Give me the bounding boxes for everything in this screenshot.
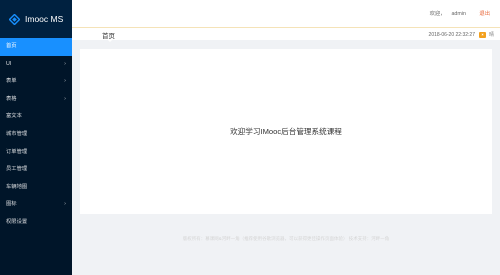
chevron-right-icon: › [64,78,66,85]
sidebar-item-label: 权限设置 [6,218,28,225]
sidebar-item-permissions[interactable]: 权限设置 [0,214,72,232]
sidebar-item-home[interactable]: 首页 [0,38,72,56]
logo-text: Imooc MS [25,14,64,24]
sidebar-item-label: 订单管理 [6,148,28,155]
sidebar-item-form[interactable]: 表单 › [0,73,72,91]
sidebar-item-label: 员工管理 [6,166,28,173]
page-title: 首页 [102,32,115,40]
datetime: 2018-06-20 22:32:27 [428,31,475,38]
footer: 版权所有：慕课网&河畔一角（推荐使用谷歌浏览器，可以获得更佳操作页面体验） 技术… [182,236,390,241]
breadcrumb: 首页 2018-06-20 22:32:27 ☀ 晴 [72,28,500,42]
sidebar-menu: 首页 UI › 表单 › 表格 › 富文本 城市管理 订单管理 员工管理 车辆地… [0,38,72,232]
username: admin [451,11,466,17]
sidebar-item-label: 表格 [6,95,17,102]
greeting-text: 欢迎， [429,11,446,17]
sidebar-item-order[interactable]: 订单管理 [0,144,72,162]
sidebar-item-charts[interactable]: 图标 › [0,196,72,214]
logo[interactable]: Imooc MS [0,0,72,38]
chevron-right-icon: › [64,201,66,208]
sidebar-item-label: 表单 [6,78,17,85]
breadcrumb-pointer [107,39,113,42]
sidebar-item-label: 富文本 [6,113,22,120]
logo-icon [9,13,20,25]
sidebar-item-ui[interactable]: UI › [0,56,72,74]
top-header: 欢迎， admin 退出 [72,0,500,28]
sidebar-item-label: 城市管理 [6,130,28,137]
welcome-message: 欢迎学习IMooc后台管理系统课程 [230,127,342,136]
sidebar-item-vehicle-map[interactable]: 车辆地图 [0,179,72,197]
datetime-weather: 2018-06-20 22:32:27 ☀ 晴 [429,31,494,38]
sidebar-item-staff[interactable]: 员工管理 [0,161,72,179]
sidebar-item-rich-text[interactable]: 富文本 [0,108,72,126]
chevron-right-icon: › [64,60,66,67]
app-root: Imooc MS 首页 UI › 表单 › 表格 › 富文本 城市管理 订单管理… [0,0,500,275]
weather-text: 晴 [488,32,494,38]
sidebar-item-table[interactable]: 表格 › [0,91,72,109]
sidebar-item-city[interactable]: 城市管理 [0,126,72,144]
chevron-right-icon: › [64,95,66,102]
user-area: 欢迎， admin 退出 [430,9,490,17]
sidebar-item-label: 首页 [6,43,17,49]
sidebar-item-label: 图标 [6,201,17,208]
sidebar-item-label: UI [6,60,12,67]
sun-icon: ☀ [478,31,486,38]
main-content: 欢迎学习IMooc后台管理系统课程 [80,49,492,214]
sidebar-item-label: 车辆地图 [6,183,28,190]
sidebar: Imooc MS 首页 UI › 表单 › 表格 › 富文本 城市管理 订单管理… [0,0,72,275]
logout-link[interactable]: 退出 [479,11,490,17]
